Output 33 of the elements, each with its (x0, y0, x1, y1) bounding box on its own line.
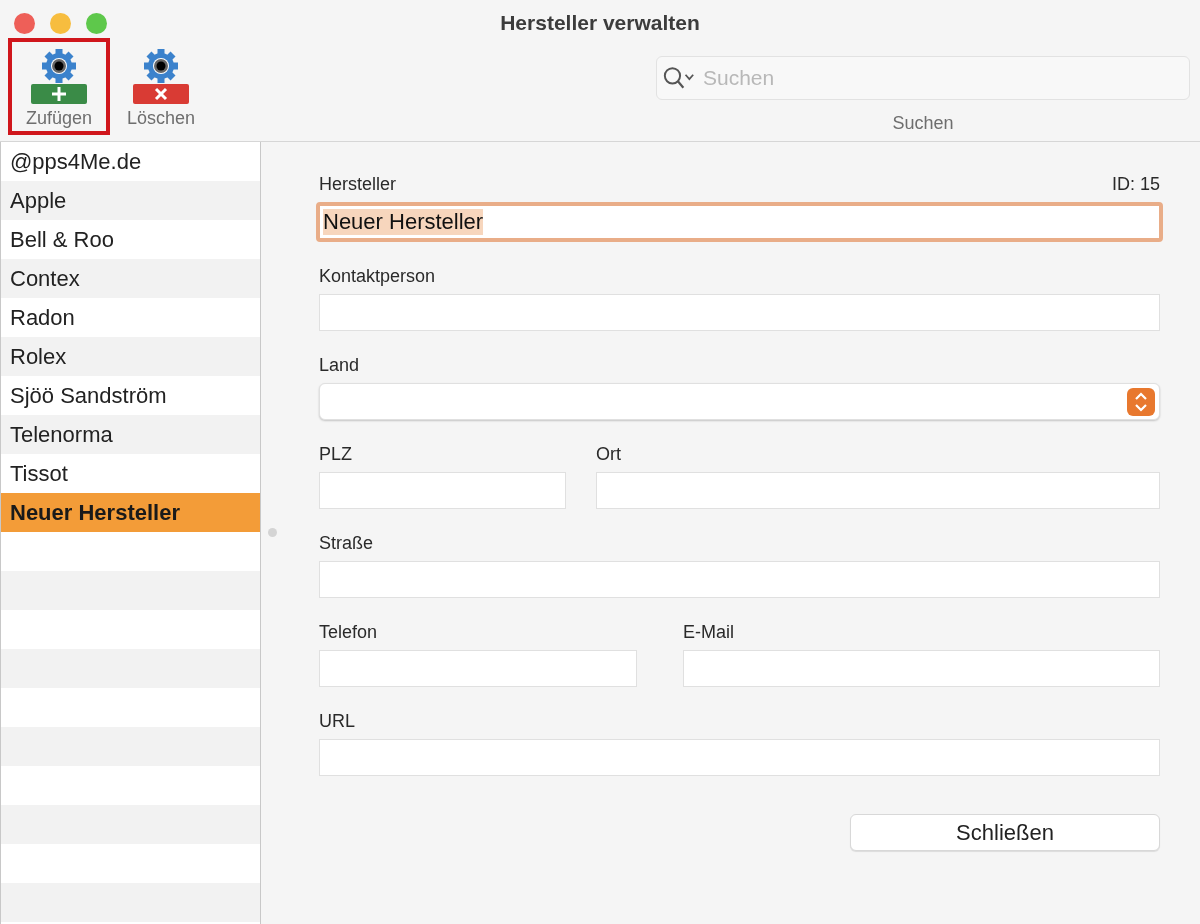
splitter-handle[interactable] (268, 528, 277, 537)
field-label: URL (319, 711, 355, 732)
field-label: PLZ (319, 444, 352, 465)
input-field[interactable] (319, 294, 1160, 331)
input-field[interactable] (319, 472, 566, 509)
minimize-window-button[interactable] (50, 13, 71, 34)
field-label: Telefon (319, 622, 378, 643)
zoom-window-button[interactable] (86, 13, 107, 34)
input-field[interactable] (319, 650, 637, 687)
search-field[interactable]: Suchen (656, 56, 1190, 100)
input-field[interactable]: Neuer Hersteller (316, 202, 1163, 242)
gear-cross-icon (132, 48, 190, 104)
search-label: Suchen (892, 113, 954, 134)
field-label: Hersteller (319, 174, 397, 195)
delete-button[interactable]: Löschen (110, 38, 212, 135)
close-button[interactable]: Schließen (850, 814, 1160, 851)
field-label: Kontaktperson (319, 266, 436, 287)
add-button[interactable]: Zufügen (8, 38, 110, 135)
dropdown-chevron-icon (1127, 387, 1155, 416)
input-field[interactable] (596, 472, 1160, 509)
input-field[interactable] (319, 739, 1160, 776)
gear-plus-icon (30, 48, 88, 104)
field-label: Straße (319, 533, 374, 554)
dropdown[interactable] (319, 383, 1160, 420)
input-field[interactable] (683, 650, 1160, 687)
field-label: E-Mail (683, 622, 734, 643)
window-title: Hersteller verwalten (500, 11, 700, 35)
list-item[interactable]: Neuer Hersteller (1, 493, 260, 532)
close-window-button[interactable] (14, 13, 35, 34)
field-label: Land (319, 355, 360, 376)
input-field[interactable] (319, 561, 1160, 598)
field-label: Ort (596, 444, 621, 465)
record-id: ID: 15 (1111, 174, 1160, 195)
